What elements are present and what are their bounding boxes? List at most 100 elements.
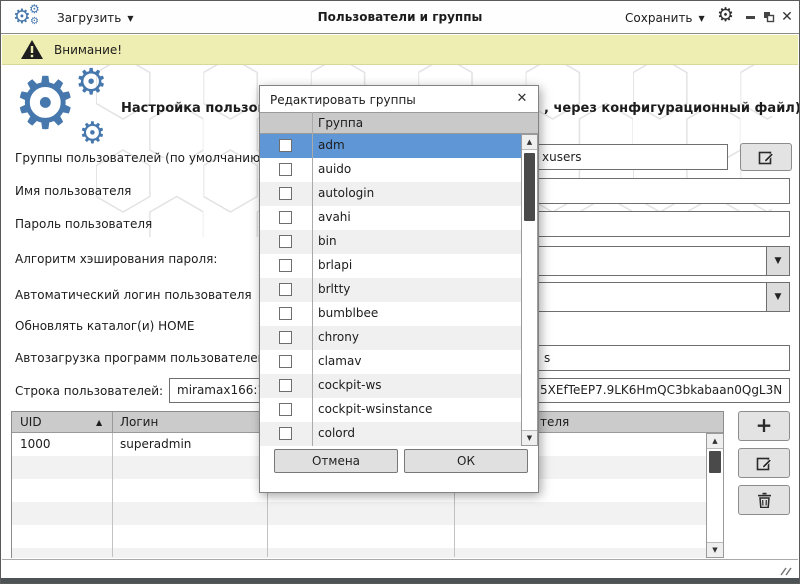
chevron-down-icon[interactable]: ▼ [766, 247, 789, 275]
minimize-button[interactable] [743, 9, 759, 25]
label-password: Пароль пользователя [15, 217, 152, 231]
column-header-uid[interactable]: UID [20, 415, 42, 429]
group-checkbox[interactable] [279, 283, 292, 296]
add-user-button[interactable]: + [738, 411, 790, 441]
group-checkbox[interactable] [279, 403, 292, 416]
restore-button[interactable] [761, 9, 777, 25]
page-title-right: , через конфигурационный файл) [544, 101, 800, 116]
trash-icon [757, 492, 772, 508]
group-checkbox[interactable] [279, 355, 292, 368]
warning-bar: Внимание! [2, 35, 798, 65]
dialog-title: Редактировать группы [270, 93, 416, 107]
column-divider [312, 112, 313, 446]
group-checkbox[interactable] [279, 211, 292, 224]
group-checkbox[interactable] [279, 235, 292, 248]
group-list: adm auido autologin avahi bin brlapi brltty bum… [260, 134, 521, 446]
group-name: bin [318, 234, 337, 248]
group-name: brltty [318, 282, 350, 296]
label-default-groups: Группы пользователей (по умолчанию) [15, 151, 265, 165]
toolbar: ⚙ ⚙ ⚙ Загрузить ▼ Пользователи и группы … [1, 1, 799, 34]
warning-text: Внимание! [54, 43, 122, 57]
group-name: brlapi [318, 258, 352, 272]
column-header-partial[interactable]: теля [540, 415, 569, 429]
group-row[interactable]: cockpit-ws [260, 374, 521, 398]
group-checkbox[interactable] [279, 379, 292, 392]
scrollbar-thumb[interactable] [524, 153, 535, 221]
group-name: cockpit-ws [318, 378, 382, 392]
resize-grip[interactable] [778, 564, 792, 576]
edit-groups-button[interactable] [740, 143, 792, 171]
edit-groups-dialog: Редактировать группы ✕ Группа adm auido au… [259, 85, 539, 493]
cell-uid: 1000 [20, 437, 51, 451]
group-row[interactable]: clamav [260, 350, 521, 374]
save-menu-button[interactable]: Сохранить ▼ [625, 8, 705, 28]
scrollbar-thumb[interactable] [709, 451, 721, 473]
autostart-value: s [544, 351, 550, 365]
group-checkbox[interactable] [279, 139, 292, 152]
group-name: chrony [318, 330, 359, 344]
group-checkbox[interactable] [279, 307, 292, 320]
ok-button[interactable]: ОК [404, 449, 528, 473]
app-logo-gear-small-icon: ⚙ [79, 119, 106, 149]
group-name: adm [318, 138, 345, 152]
group-name: colord [318, 426, 355, 440]
group-name: avahi [318, 210, 351, 224]
group-row[interactable]: bumblbee [260, 302, 521, 326]
dialog-close-button[interactable]: ✕ [514, 91, 530, 107]
group-row[interactable]: auido [260, 158, 521, 182]
close-button[interactable]: ✕ [779, 9, 795, 25]
group-row[interactable]: cockpit-wsinstance [260, 398, 521, 422]
group-row[interactable]: chrony [260, 326, 521, 350]
scroll-down-icon[interactable]: ▼ [522, 430, 537, 445]
empty-row [12, 502, 707, 525]
group-name: bumblbee [318, 306, 378, 320]
group-row[interactable]: avahi [260, 206, 521, 230]
group-name: clamav [318, 354, 361, 368]
group-checkbox[interactable] [279, 187, 292, 200]
chevron-down-icon: ▼ [699, 14, 705, 23]
group-row[interactable]: autologin [260, 182, 521, 206]
chevron-down-icon[interactable]: ▼ [766, 283, 789, 311]
dialog-table-header: Группа [260, 112, 538, 134]
status-bar [2, 559, 798, 578]
scroll-up-icon[interactable]: ▲ [707, 434, 723, 449]
group-list-scrollbar[interactable]: ▲ ▼ [521, 134, 538, 446]
scroll-up-icon[interactable]: ▲ [522, 135, 537, 150]
users-string-value-right: 5XEfTeEP7.9LK6HmQC3bkabaan0QgL3N [540, 383, 782, 397]
group-checkbox[interactable] [279, 163, 292, 176]
settings-gear-icon[interactable]: ⚙ [717, 6, 734, 25]
column-header-login[interactable]: Логин [120, 415, 158, 429]
label-autostart: Автозагрузка программ пользователей [15, 351, 265, 365]
label-update-home: Обновлять каталог(и) HOME [15, 319, 195, 333]
column-divider [112, 412, 113, 433]
group-name: autologin [318, 186, 374, 200]
group-checkbox[interactable] [279, 259, 292, 272]
app-logo-gear-medium-icon: ⚙ [75, 65, 107, 101]
delete-user-button[interactable] [738, 485, 790, 515]
column-header-group[interactable]: Группа [318, 116, 363, 130]
group-row[interactable]: colord [260, 422, 521, 446]
scroll-down-icon[interactable]: ▼ [707, 542, 723, 557]
sort-ascending-icon: ▲ [96, 418, 102, 427]
app-logo-gear-large-icon: ⚙ [13, 67, 78, 139]
label-autologin: Автоматический логин пользователя [15, 288, 252, 302]
pencil-square-icon [758, 149, 775, 166]
group-row[interactable]: brlapi [260, 254, 521, 278]
save-menu-label: Сохранить [625, 11, 693, 25]
group-row[interactable]: adm [260, 134, 521, 158]
group-checkbox[interactable] [279, 331, 292, 344]
label-hash-algorithm: Алгоритм хэширования пароля: [15, 252, 217, 266]
edit-user-button[interactable] [738, 448, 790, 478]
group-row[interactable]: bin [260, 230, 521, 254]
empty-row [12, 548, 707, 558]
label-users-string: Строка пользователей: [15, 384, 163, 398]
cancel-button[interactable]: Отмена [274, 449, 398, 473]
group-checkbox[interactable] [279, 427, 292, 440]
default-groups-value: xusers [542, 150, 582, 164]
users-table-scrollbar[interactable]: ▲ ▼ [706, 433, 724, 558]
group-name: cockpit-wsinstance [318, 402, 432, 416]
group-name: auido [318, 162, 351, 176]
group-row[interactable]: brltty [260, 278, 521, 302]
cell-login: superadmin [120, 437, 191, 451]
pencil-square-icon [756, 455, 773, 472]
